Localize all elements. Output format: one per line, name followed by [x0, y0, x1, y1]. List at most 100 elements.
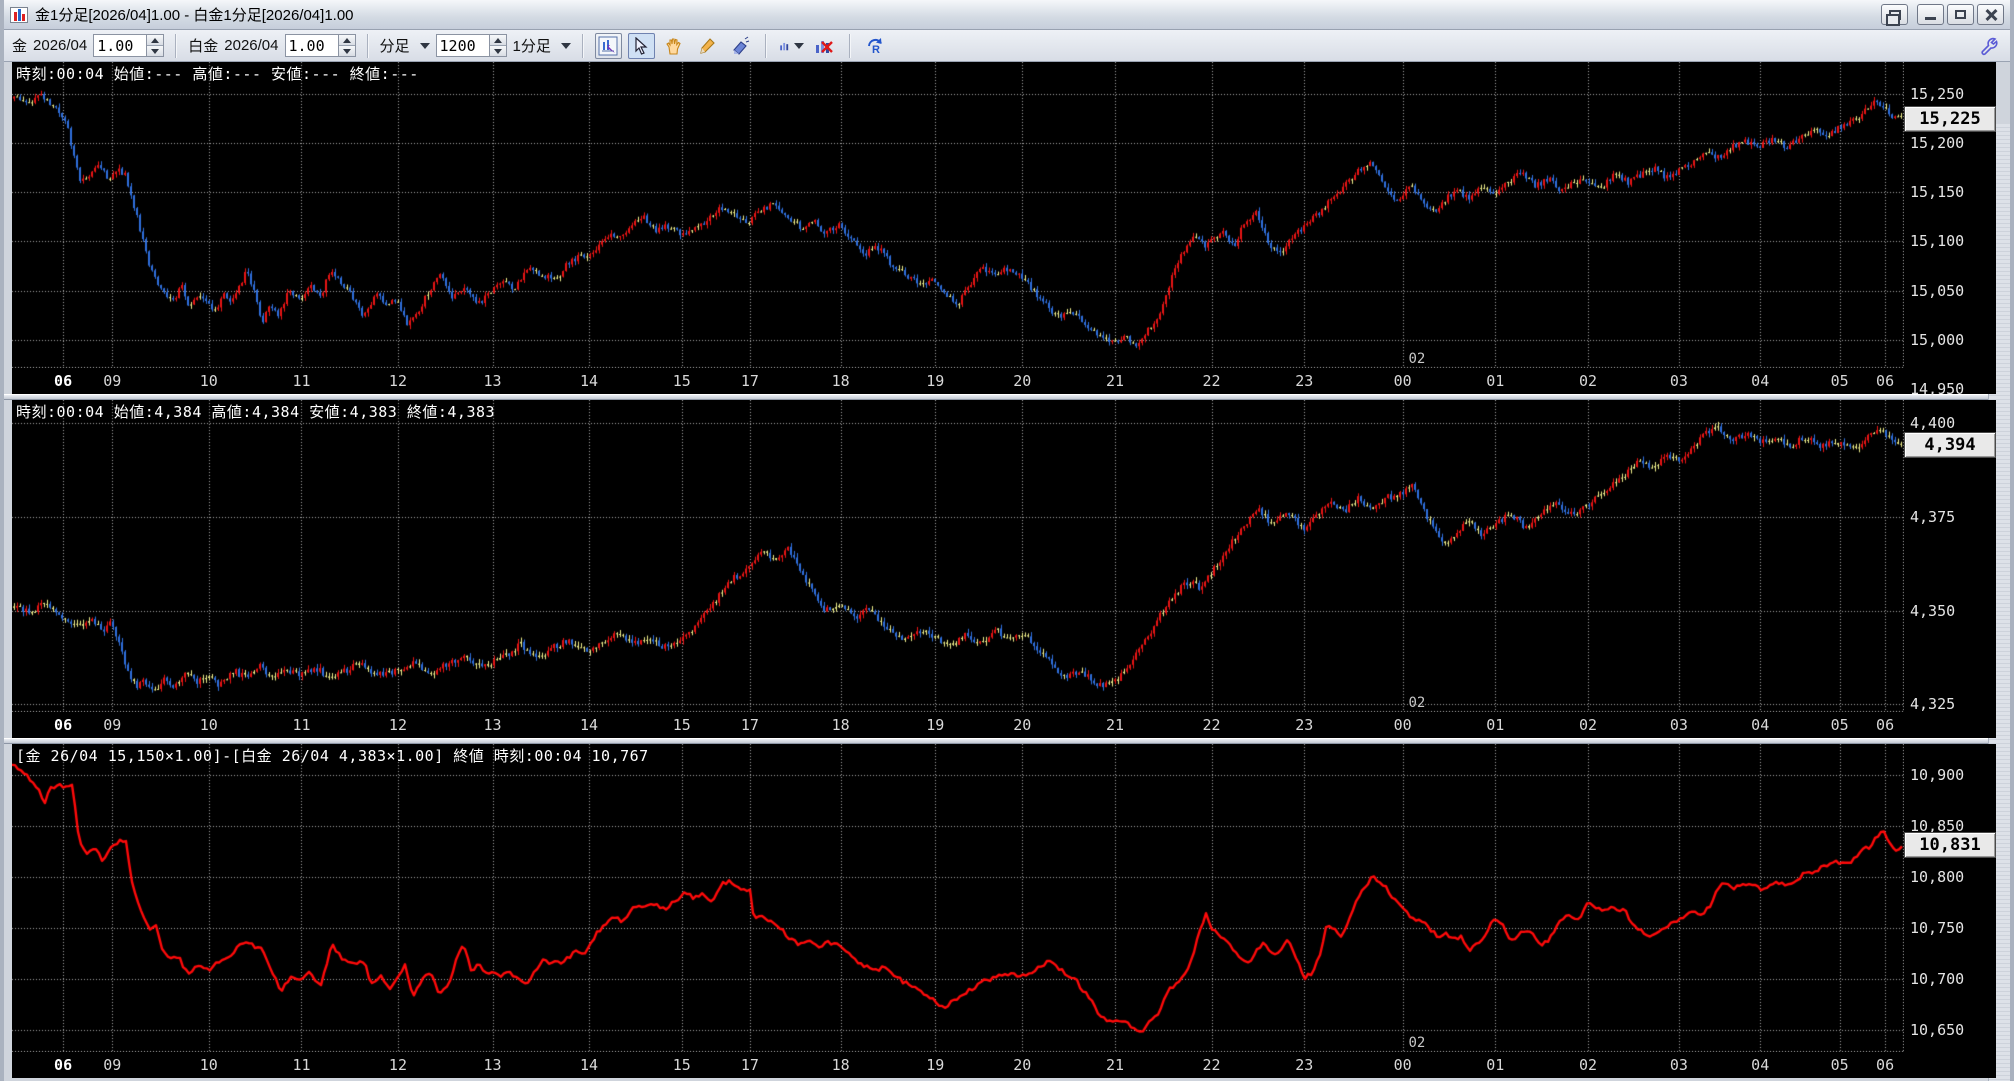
time-axis-label: 06 [54, 1056, 73, 1074]
time-axis-label: 19 [926, 372, 945, 390]
platinum-multiplier-spinbox [284, 34, 356, 57]
platinum-multiplier-input[interactable] [285, 35, 338, 56]
toolbar-separator [175, 33, 178, 58]
time-axis-label: 14 [580, 716, 599, 734]
pencil-icon [700, 37, 716, 54]
time-axis-label: 03 [1669, 372, 1688, 390]
time-axis-label: 06 [1876, 716, 1895, 734]
bar-style-remove-button[interactable] [811, 33, 838, 59]
time-axis-label: 10 [199, 1056, 218, 1074]
time-axis-label: 23 [1295, 716, 1314, 734]
time-axis-label: 04 [1751, 1056, 1770, 1074]
platinum-plot[interactable]: 時刻:00:04 始値:4,384 高値:4,384 安値:4,383 終値:4… [12, 400, 1904, 712]
time-axis-label: 03 [1669, 1056, 1688, 1074]
gold-last-price-badge: 15,225 [1904, 105, 1996, 132]
platinum-multiplier-stepper[interactable] [337, 35, 355, 56]
time-axis-label: 11 [292, 372, 311, 390]
time-axis-label: 23 [1295, 372, 1314, 390]
platinum-status-line: 時刻:00:04 始値:4,384 高値:4,384 安値:4,383 終値:4… [16, 403, 496, 421]
time-axis-label: 06 [54, 716, 73, 734]
draw-tool-button[interactable] [694, 33, 721, 59]
time-axis-label: 06 [54, 372, 73, 390]
time-axis-label: 00 [1393, 1056, 1412, 1074]
pan-hand-icon [666, 37, 682, 55]
minimize-button[interactable] [1917, 4, 1944, 25]
y-axis-label: 14,950 [1910, 379, 1965, 398]
time-axis-label: 22 [1202, 1056, 1221, 1074]
gold-multiplier-stepper[interactable] [146, 35, 164, 56]
time-axis-label: 15 [672, 372, 691, 390]
y-axis-label: 10,700 [1910, 969, 1965, 988]
time-axis-label: 17 [740, 1056, 759, 1074]
toolbar: 金 2026/04 白金 2026/04 分足 1分足 [4, 30, 2010, 62]
gold-plot[interactable]: 時刻:00:04 始値:--- 高値:--- 安値:--- 終値:--- 02 [12, 62, 1904, 368]
reload-button[interactable]: R [862, 33, 889, 59]
select-tool-button[interactable] [627, 32, 655, 59]
spread-time-axis: 06 09 10 11 12 13 14 15 17 18 19 20 21 22 23 00 01 02 03 04… [12, 1052, 1904, 1078]
close-button[interactable] [1977, 4, 2004, 25]
spread-last-value-badge: 10,831 [1904, 831, 1996, 858]
chevron-down-icon [560, 42, 571, 49]
time-axis-label: 04 [1751, 716, 1770, 734]
time-axis-label: 22 [1202, 372, 1221, 390]
time-axis-label: 21 [1106, 1056, 1125, 1074]
time-axis-label: 12 [388, 716, 407, 734]
y-axis-label: 15,250 [1910, 85, 1965, 104]
time-axis-label: 02 [1579, 372, 1598, 390]
time-axis-label: 21 [1106, 716, 1125, 734]
y-axis-label: 10,650 [1910, 1020, 1965, 1039]
select-cursor-icon [635, 36, 648, 55]
time-axis-label: 06 [1876, 1056, 1895, 1074]
time-axis-label: 20 [1013, 372, 1032, 390]
time-axis-label: 17 [740, 372, 759, 390]
bar-count-input[interactable] [436, 35, 489, 56]
bar-type-dropdown[interactable]: 分足 [380, 35, 410, 56]
spread-plot[interactable]: [金 26/04 15,150×1.00]-[白金 26/04 4,383×1.… [12, 744, 1904, 1052]
bar-style-remove-icon [816, 40, 834, 53]
gold-label: 金 [12, 38, 28, 55]
time-axis-label: 01 [1486, 1056, 1505, 1074]
maximize-button[interactable] [1947, 4, 1974, 25]
y-axis-label: 15,050 [1910, 281, 1965, 300]
time-axis-label: 03 [1669, 716, 1688, 734]
chart-cursor-icon [598, 36, 618, 55]
time-axis-label: 01 [1486, 716, 1505, 734]
time-axis-label: 19 [926, 716, 945, 734]
time-axis-label: 14 [580, 372, 599, 390]
platinum-time-axis: 06 09 10 11 12 13 14 15 17 18 19 20 21 22 23 00 01 02 03 04… [12, 712, 1904, 738]
bar-count-stepper[interactable] [488, 35, 506, 56]
gold-date-label: 02 [1408, 351, 1426, 367]
time-axis-label: 15 [672, 716, 691, 734]
settings-button[interactable] [1975, 33, 2002, 59]
bar-style-button[interactable] [778, 33, 805, 59]
interval-dropdown[interactable]: 1分足 [513, 35, 551, 56]
platinum-date-label: 02 [1408, 695, 1426, 711]
window-float-icon [1885, 9, 1901, 26]
time-axis-label: 00 [1393, 372, 1412, 390]
chart-cursor-button[interactable] [594, 32, 622, 59]
time-axis-label: 19 [926, 1056, 945, 1074]
platinum-month-label: 2026/04 [224, 37, 279, 54]
window-float-button[interactable] [1881, 4, 1908, 26]
erase-tool-button[interactable] [727, 33, 754, 59]
toolbar-separator [366, 33, 369, 58]
title-bar: 金1分足[2026/04]1.00 - 白金1分足[2026/04]1.00 [4, 0, 2010, 30]
time-axis-label: 02 [1579, 1056, 1598, 1074]
gold-status-line: 時刻:00:04 始値:--- 高値:--- 安値:--- 終値:--- [16, 65, 419, 83]
y-axis-label: 4,350 [1910, 601, 1956, 620]
spread-chart-panel: [金 26/04 15,150×1.00]-[白金 26/04 4,383×1.… [12, 744, 1996, 1078]
y-axis-label: 10,900 [1910, 765, 1965, 784]
pan-tool-button[interactable] [661, 33, 688, 59]
time-axis-label: 13 [483, 372, 502, 390]
gold-multiplier-input[interactable] [94, 35, 147, 56]
time-axis-label: 12 [388, 372, 407, 390]
time-axis-label: 11 [292, 1056, 311, 1074]
time-axis-label: 11 [292, 716, 311, 734]
time-axis-label: 17 [740, 716, 759, 734]
chart-app-window: 金1分足[2026/04]1.00 - 白金1分足[2026/04]1.00 金… [0, 0, 2014, 1081]
spread-date-label: 02 [1408, 1035, 1426, 1051]
gold-chart-panel: 時刻:00:04 始値:--- 高値:--- 安値:--- 終値:--- 02 … [12, 62, 1996, 398]
gold-price-axis: 15,225 15,250 15,200 15,150 15,100 15,050 15,… [1904, 62, 1996, 398]
y-axis-label: 15,200 [1910, 134, 1965, 153]
time-axis-label: 18 [831, 716, 850, 734]
